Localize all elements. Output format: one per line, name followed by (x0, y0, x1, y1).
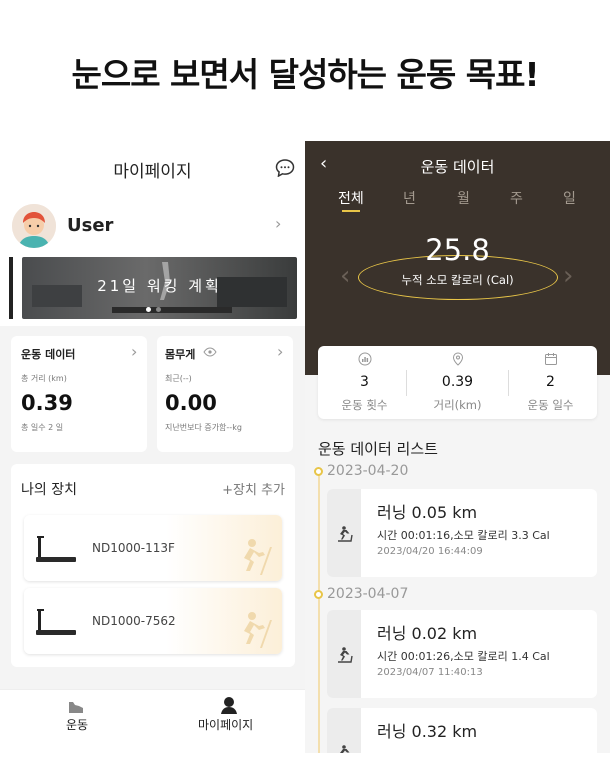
timeline-line (318, 473, 320, 753)
banner-indicator-bar (9, 257, 13, 319)
active-tab-underline (342, 210, 360, 212)
exercise-data-card[interactable]: 운동 데이터 › 총 거리 (km) 0.39 총 일수 2 일 (11, 336, 147, 452)
page-title: 운동 데이터 (420, 158, 495, 176)
treadmill-runner-icon (338, 647, 353, 663)
stat-value: 3 (360, 374, 369, 390)
carousel-dot-active (146, 307, 151, 312)
location-pin-icon (452, 352, 464, 366)
calendar-icon (545, 353, 557, 365)
entry-title: 러닝 0.32 km (377, 722, 478, 741)
carousel-dot (156, 307, 161, 312)
my-devices-section: 나의 장치 +장치 추가 ND1000-113F ND1000-7562 (11, 464, 295, 667)
treadmill-icon (36, 609, 76, 635)
tab-month[interactable]: 월 (457, 188, 470, 208)
tab-exercise[interactable]: 운동 (66, 716, 88, 733)
device-name: ND1000-113F (92, 541, 175, 555)
device-card[interactable]: ND1000-7562 (24, 588, 282, 654)
treadmill-icon (36, 536, 76, 562)
days-label: 총 일수 2 일 (21, 423, 64, 432)
stat-count: 3 운동 횟수 (318, 346, 411, 419)
eye-icon[interactable] (203, 347, 217, 357)
list-item[interactable]: 러닝 0.02 km 시간 00:01:26,소모 칼로리 1.4 Cal 20… (327, 610, 597, 698)
entry-detail: 시간 00:01:16,소모 칼로리 3.3 Cal (377, 529, 550, 542)
avatar[interactable] (12, 204, 56, 248)
tab-mypage[interactable]: 마이페이지 (198, 716, 253, 733)
entry-detail: 시간 00:01:26,소모 칼로리 1.4 Cal (377, 650, 550, 663)
runner-watermark-icon (244, 612, 272, 648)
weight-card[interactable]: 몸무게 › 최근(--) 0.00 지난번보다 증가함--kg (157, 336, 293, 452)
stat-days: 2 운동 일수 (504, 346, 597, 419)
chevron-right-icon[interactable]: › (275, 214, 281, 233)
device-card[interactable]: ND1000-113F (24, 515, 282, 581)
timeline-dot (314, 590, 323, 599)
date-label: 2023-04-07 (327, 586, 409, 602)
divider (406, 370, 407, 396)
distance-label: 총 거리 (km) (21, 374, 67, 383)
treadmill-runner-icon (340, 745, 350, 753)
devices-title: 나의 장치 (21, 482, 77, 498)
recent-label: 최근(--) (165, 374, 192, 383)
sneaker-icon[interactable] (67, 698, 85, 714)
avatar-icon (12, 204, 56, 248)
stat-label: 거리(km) (433, 398, 482, 412)
weight-value: 0.00 (165, 391, 217, 415)
treadmill-runner-icon (338, 526, 353, 542)
chart-icon (358, 352, 372, 366)
user-name: User (67, 215, 114, 236)
tab-week[interactable]: 주 (510, 188, 523, 208)
total-calorie-label: 누적 소모 칼로리 (Cal) (401, 273, 514, 287)
device-name: ND1000-7562 (92, 614, 176, 628)
total-calorie-value: 25.8 (425, 233, 490, 267)
tab-all[interactable]: 전체 (338, 188, 364, 208)
stat-value: 2 (546, 374, 555, 390)
list-item[interactable]: 러닝 0.05 km 시간 00:01:16,소모 칼로리 3.3 Cal 20… (327, 489, 597, 577)
add-device-button[interactable]: +장치 추가 (222, 479, 285, 498)
mypage-header-area: 마이페이지 User › 21일 워킹 계획 (0, 141, 305, 326)
timeline-dot (314, 467, 323, 476)
chevron-right-icon: › (277, 342, 284, 361)
exercise-card-title: 운동 데이터 (21, 348, 76, 361)
exercise-data-screen: ‹ 운동 데이터 전체 년 월 주 일 ‹ › 25.8 누적 소모 칼로리 (… (305, 141, 610, 753)
distance-value: 0.39 (21, 391, 73, 415)
entry-title: 러닝 0.05 km (377, 503, 478, 522)
stat-label: 운동 일수 (527, 398, 574, 412)
entry-timestamp: 2023/04/20 16:44:09 (377, 546, 483, 557)
profile-icon[interactable] (220, 696, 238, 714)
banner-text: 21일 워킹 계획 (97, 277, 222, 295)
headline: 눈으로 보면서 달성하는 운동 목표! (71, 55, 539, 94)
tab-year[interactable]: 년 (403, 188, 416, 208)
tab-day[interactable]: 일 (563, 188, 576, 208)
chat-bubble-icon[interactable] (275, 159, 295, 177)
entry-timestamp: 2023/04/07 11:40:13 (377, 667, 483, 678)
stat-value: 0.39 (441, 374, 474, 390)
list-title: 운동 데이터 리스트 (318, 440, 438, 458)
runner-watermark-icon (244, 539, 272, 575)
stat-label: 운동 횟수 (341, 398, 388, 412)
page-title: 마이페이지 (113, 162, 192, 182)
weight-card-title: 몸무게 (165, 348, 196, 361)
date-label: 2023-04-20 (327, 463, 409, 479)
list-item[interactable]: 러닝 0.32 km (327, 708, 597, 753)
entry-title: 러닝 0.02 km (377, 624, 478, 643)
promo-screenshot: 눈으로 보면서 달성하는 운동 목표! 마이페이지 User › 21일 워킹 … (0, 0, 610, 774)
bottom-tab-bar: 운동 마이페이지 (0, 689, 305, 753)
mypage-screen: 마이페이지 User › 21일 워킹 계획 운동 데이터 › 총 거리 (km… (0, 141, 305, 753)
chevron-right-icon: › (131, 342, 138, 361)
weight-diff-label: 지난번보다 증가함--kg (165, 423, 242, 432)
stat-distance: 0.39 거리(km) (411, 346, 504, 419)
exercise-summary-header: ‹ 운동 데이터 전체 년 월 주 일 ‹ › 25.8 누적 소모 칼로리 (… (305, 141, 610, 375)
stats-card: 3 운동 횟수 0.39 거리(km) 2 운동 일수 (318, 346, 597, 419)
